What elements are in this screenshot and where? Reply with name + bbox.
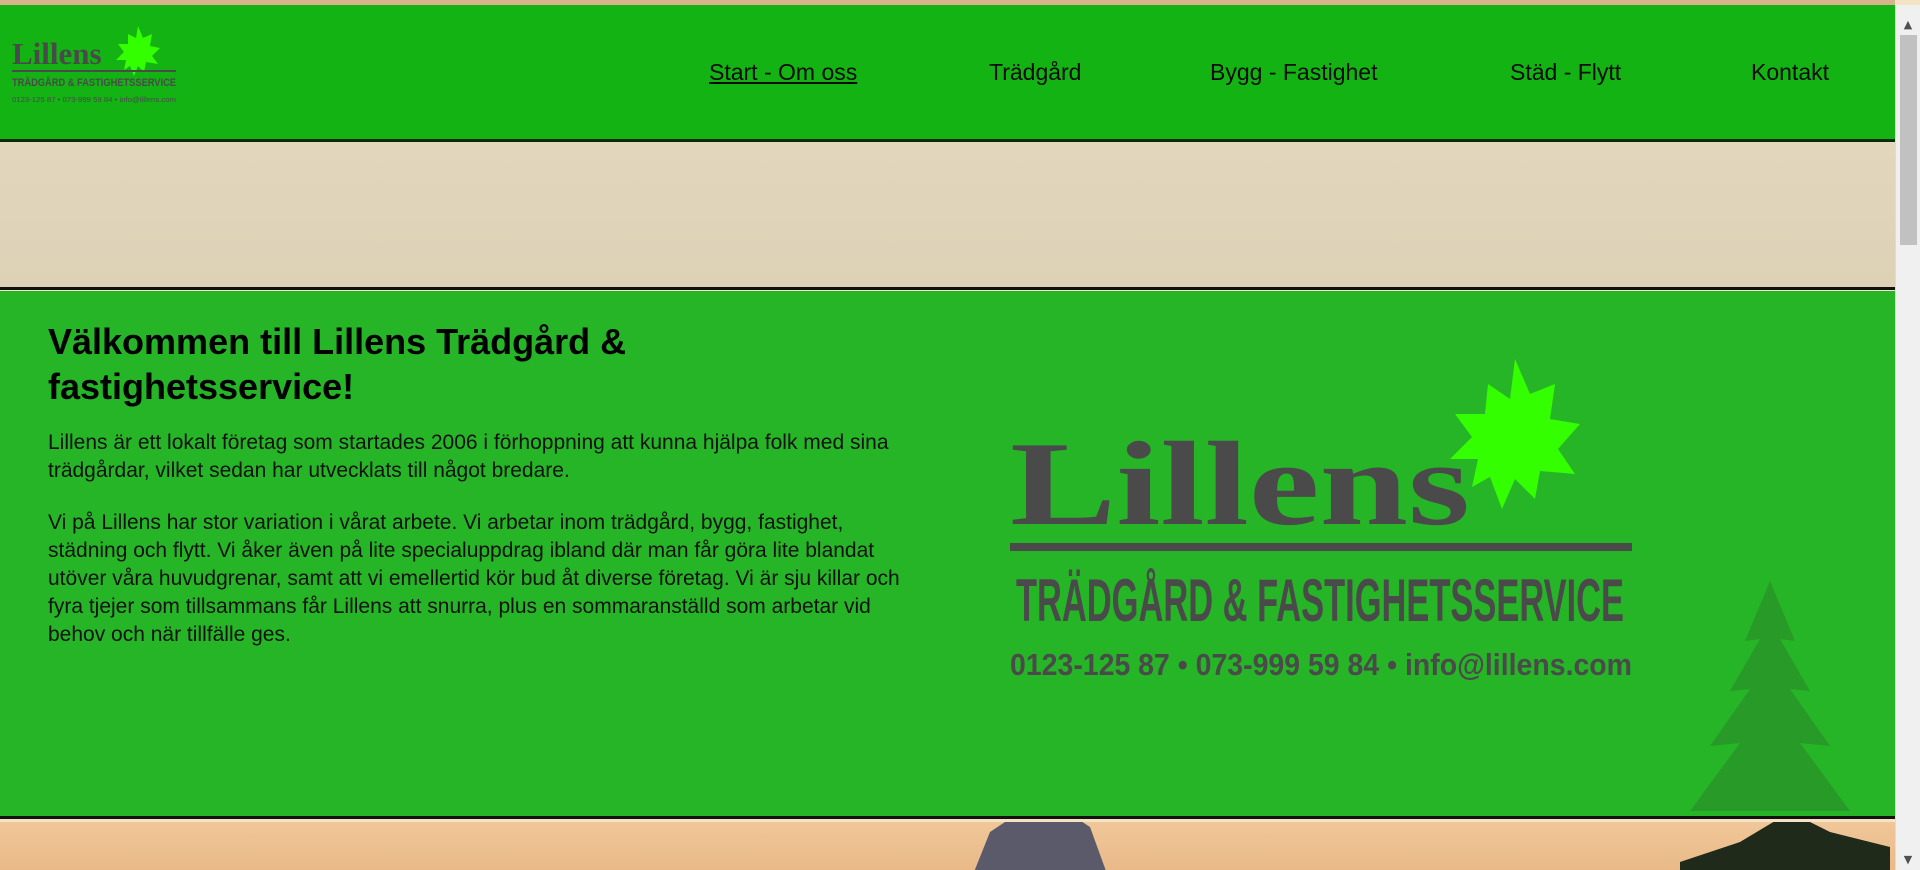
nav-bygg-fastighet[interactable]: Bygg - Fastighet bbox=[1210, 59, 1377, 86]
company-logo-large: Lillens TRÄDGÅRD & FASTIGHETSSERVICE 012… bbox=[1010, 359, 1632, 682]
nav-stad-flytt[interactable]: Städ - Flytt bbox=[1510, 59, 1621, 86]
logo-large-tagline: TRÄDGÅRD & FASTIGHETSSERVICE bbox=[1016, 567, 1624, 634]
nav-tradgard[interactable]: Trädgård bbox=[989, 59, 1081, 86]
background-tree-icon bbox=[1690, 581, 1850, 811]
logo-large-contact: 0123-125 87 • 073-999 59 84 • info@lille… bbox=[1010, 647, 1632, 682]
scroll-thumb[interactable] bbox=[1900, 35, 1917, 245]
scroll-up-arrow-icon[interactable]: ▲ bbox=[1896, 13, 1920, 35]
intro-paragraph-1: Lillens är ett lokalt företag som starta… bbox=[48, 431, 889, 482]
nav-start-om-oss[interactable]: Start - Om oss bbox=[709, 59, 857, 86]
site-header: Lillens TRÄDGÅRD & FASTIGHETSSERVICE 012… bbox=[0, 5, 1895, 142]
intro-text: Välkommen till Lillens Trädgård & fastig… bbox=[48, 319, 918, 673]
sunset-banner bbox=[0, 822, 1895, 870]
tree-silhouette-icon bbox=[1680, 822, 1890, 870]
vertical-scrollbar[interactable]: ▲ ▼ bbox=[1895, 5, 1920, 870]
hero-banner bbox=[0, 142, 1895, 290]
nav-kontakt[interactable]: Kontakt bbox=[1751, 59, 1829, 86]
intro-paragraph-2: Vi på Lillens har stor variation i vårat… bbox=[48, 511, 900, 646]
main-nav: Start - Om oss Trädgård Bygg - Fastighet… bbox=[0, 59, 1895, 99]
main-content: Välkommen till Lillens Trädgård & fastig… bbox=[0, 291, 1895, 819]
rock-silhouette-icon bbox=[974, 822, 1106, 870]
page-title: Välkommen till Lillens Trädgård & fastig… bbox=[48, 321, 627, 407]
logo-large-wordmark: Lillens bbox=[1010, 417, 1470, 550]
scroll-down-arrow-icon[interactable]: ▼ bbox=[1896, 848, 1920, 870]
